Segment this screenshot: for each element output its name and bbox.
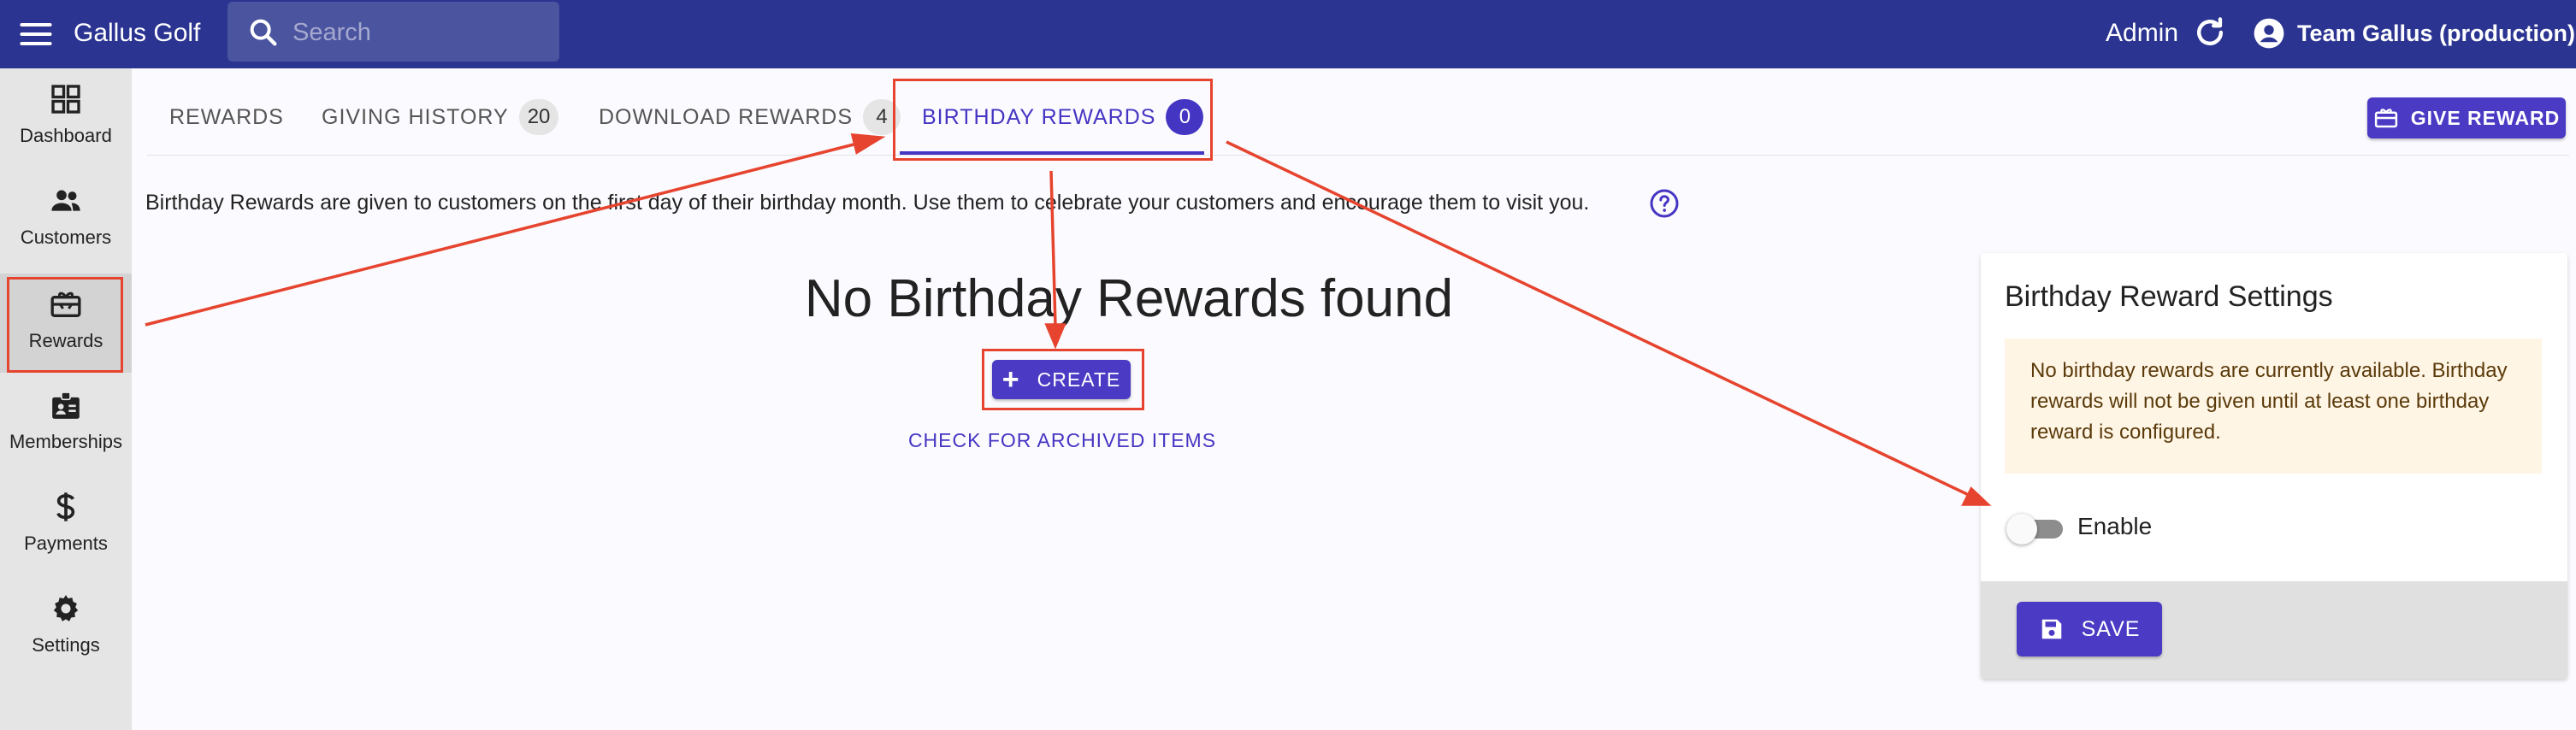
sidebar-item-settings[interactable]: Settings	[0, 578, 132, 677]
sidebar-item-payments[interactable]: Payments	[0, 476, 132, 575]
dashboard-icon	[51, 85, 80, 114]
tab-rewards[interactable]: REWARDS	[169, 92, 284, 142]
count-badge: 20	[518, 99, 559, 135]
menu-icon[interactable]	[17, 15, 55, 53]
sidebar-item-label: Payments	[24, 533, 108, 554]
help-icon[interactable]	[1649, 188, 1680, 219]
search-input[interactable]	[292, 14, 541, 51]
warning-alert: No birthday rewards are currently availa…	[2005, 339, 2542, 474]
sidebar-item-label: Dashboard	[20, 125, 112, 146]
card-title: Birthday Reward Settings	[2005, 280, 2333, 313]
give-reward-label: GIVE REWARD	[2410, 106, 2561, 129]
account-menu[interactable]: Team Gallus (production)	[2253, 14, 2575, 53]
membership-badge-icon	[52, 391, 80, 419]
highlight-box-rewards	[7, 277, 123, 373]
tabs-divider	[147, 155, 2569, 156]
gear-icon	[53, 595, 79, 621]
account-name: Team Gallus (production)	[2297, 20, 2576, 46]
tab-label: GIVING HISTORY	[322, 104, 509, 129]
toggle-thumb	[2006, 514, 2037, 545]
account-circle-icon	[2254, 18, 2284, 49]
highlight-box-create	[982, 349, 1144, 410]
sidebar-item-customers[interactable]: Customers	[0, 170, 132, 269]
enable-toggle[interactable]	[2006, 511, 2063, 545]
enable-label: Enable	[2077, 513, 2153, 539]
check-archived-link[interactable]: CHECK FOR ARCHIVED ITEMS	[855, 429, 1269, 452]
sidebar-item-label: Customers	[20, 227, 112, 248]
save-icon	[2041, 619, 2061, 639]
tab-label: DOWNLOAD REWARDS	[599, 104, 854, 129]
top-app-bar: Gallus Golf Admin Team Gallus (productio…	[0, 0, 2576, 68]
refresh-icon[interactable]	[2191, 14, 2229, 51]
card-footer: SAVE	[1981, 581, 2567, 679]
page-description: Birthday Rewards are given to customers …	[145, 191, 1590, 215]
empty-state-title: No Birthday Rewards found	[804, 269, 1454, 328]
birthday-reward-settings-card: Birthday Reward Settings No birthday rew…	[1981, 253, 2567, 679]
admin-label[interactable]: Admin	[2106, 16, 2178, 50]
sidebar-item-memberships[interactable]: Memberships	[0, 374, 132, 474]
search-icon	[250, 19, 277, 46]
sidebar: Dashboard Customers Rewards Memberships …	[0, 68, 132, 730]
save-label: SAVE	[2081, 616, 2141, 641]
highlight-box-birthday-tab	[893, 79, 1213, 161]
gift-card-icon	[2374, 109, 2397, 128]
app-title[interactable]: Gallus Golf	[74, 16, 200, 50]
save-button[interactable]: SAVE	[2017, 602, 2162, 656]
people-icon	[51, 190, 80, 211]
sidebar-item-label: Memberships	[9, 431, 123, 452]
search-box[interactable]	[227, 2, 559, 62]
dollar-icon	[56, 492, 75, 521]
sidebar-item-label: Settings	[32, 634, 100, 656]
tab-giving-history[interactable]: GIVING HISTORY 20	[322, 92, 559, 142]
tab-download-rewards[interactable]: DOWNLOAD REWARDS 4	[599, 92, 901, 142]
tab-label: REWARDS	[169, 104, 284, 129]
give-reward-button[interactable]: GIVE REWARD	[2367, 97, 2566, 138]
sidebar-item-dashboard[interactable]: Dashboard	[0, 68, 132, 168]
